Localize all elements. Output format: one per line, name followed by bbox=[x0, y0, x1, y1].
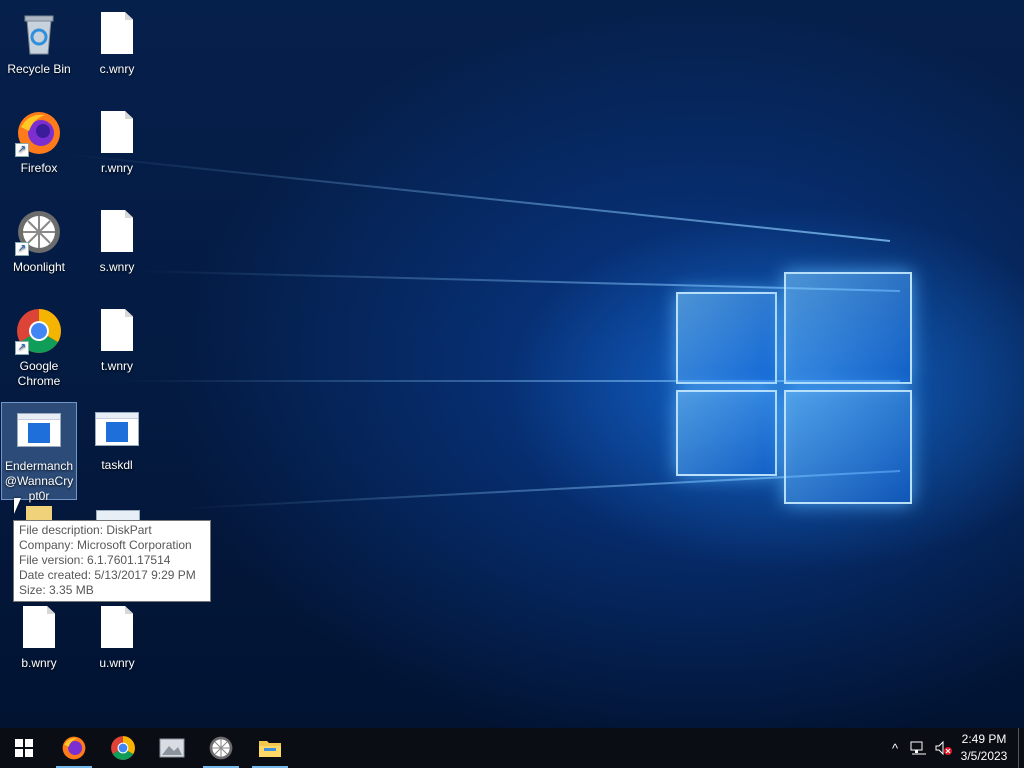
desktop-icon-s-wnry[interactable]: s.wnry bbox=[79, 202, 155, 275]
chrome-icon bbox=[111, 736, 135, 760]
taskbar-firefox[interactable] bbox=[50, 728, 98, 768]
taskbar-file-explorer[interactable] bbox=[246, 728, 294, 768]
windows-logo-pane bbox=[784, 272, 912, 384]
desktop-icon-moonlight[interactable]: ↗ Moonlight bbox=[1, 202, 77, 275]
desktop-icon-firefox[interactable]: ↗ Firefox bbox=[1, 103, 77, 176]
moonlight-icon bbox=[209, 736, 233, 760]
mouse-cursor bbox=[14, 498, 21, 514]
icon-label: r.wnry bbox=[100, 161, 133, 175]
windows-logo-pane bbox=[676, 292, 777, 384]
windows-logo-pane bbox=[784, 390, 912, 504]
desktop-icon-u-wnry[interactable]: u.wnry bbox=[79, 598, 155, 671]
file-icon bbox=[93, 109, 141, 157]
tooltip-company: Company: Microsoft Corporation bbox=[19, 538, 192, 552]
photos-icon bbox=[159, 738, 185, 758]
start-button[interactable] bbox=[0, 728, 48, 768]
tooltip-size: Size: 3.35 MB bbox=[19, 583, 94, 597]
firefox-icon bbox=[62, 736, 86, 760]
tooltip-description: File description: DiskPart bbox=[19, 523, 152, 537]
folder-icon bbox=[26, 506, 52, 520]
file-icon bbox=[93, 307, 141, 355]
taskbar: ^ 2:49 PM 3/5/2023 bbox=[0, 728, 1024, 768]
desktop-icon-b-wnry[interactable]: b.wnry bbox=[1, 598, 77, 671]
icon-label: u.wnry bbox=[99, 656, 135, 670]
start-icon bbox=[15, 739, 33, 757]
desktop-icon-recycle-bin[interactable]: Recycle Bin bbox=[1, 4, 77, 77]
desktop-icon-r-wnry[interactable]: r.wnry bbox=[79, 103, 155, 176]
icon-label: Recycle Bin bbox=[7, 62, 71, 76]
tooltip-version: File version: 6.1.7601.17514 bbox=[19, 553, 171, 567]
icon-label: Moonlight bbox=[12, 260, 66, 274]
desktop-icon-c-wnry[interactable]: c.wnry bbox=[79, 4, 155, 77]
taskbar-clock[interactable]: 2:49 PM 3/5/2023 bbox=[954, 731, 1014, 765]
clock-time: 2:49 PM bbox=[961, 732, 1007, 746]
volume-muted-icon[interactable] bbox=[932, 728, 954, 768]
chrome-icon: ↗ bbox=[15, 307, 63, 355]
show-hidden-icons-button[interactable]: ^ bbox=[884, 728, 906, 768]
chevron-up-icon: ^ bbox=[891, 740, 899, 756]
application-icon bbox=[93, 406, 141, 454]
desktop-icon-wannacrypt0r[interactable]: Endermanch@WannaCrypt0r bbox=[1, 402, 77, 503]
icon-label: taskdl bbox=[101, 458, 133, 472]
desktop-icon-t-wnry[interactable]: t.wnry bbox=[79, 301, 155, 374]
application-icon bbox=[15, 407, 63, 455]
taskbar-chrome[interactable] bbox=[99, 728, 147, 768]
light-ray bbox=[120, 380, 900, 382]
windows-logo-pane bbox=[676, 390, 777, 476]
icon-label: t.wnry bbox=[100, 359, 133, 373]
desktop-icon-google-chrome[interactable]: ↗ Google Chrome bbox=[1, 301, 77, 389]
clock-date: 3/5/2023 bbox=[960, 749, 1008, 763]
file-tooltip: File description: DiskPart Company: Micr… bbox=[13, 520, 211, 602]
taskbar-photos[interactable] bbox=[148, 728, 196, 768]
file-icon bbox=[15, 604, 63, 652]
show-desktop-button[interactable] bbox=[1018, 728, 1024, 768]
icon-label: Google Chrome bbox=[17, 359, 61, 388]
icon-label: s.wnry bbox=[99, 260, 135, 274]
icon-label: b.wnry bbox=[21, 656, 57, 670]
file-icon bbox=[93, 604, 141, 652]
icon-label: c.wnry bbox=[99, 62, 135, 76]
firefox-icon: ↗ bbox=[15, 109, 63, 157]
recycle-bin-icon bbox=[15, 10, 63, 58]
taskbar-moonlight[interactable] bbox=[197, 728, 245, 768]
file-explorer-icon bbox=[259, 741, 281, 757]
light-ray bbox=[64, 153, 891, 242]
desktop-icon-taskdl[interactable]: taskdl bbox=[79, 400, 155, 473]
file-icon bbox=[93, 10, 141, 58]
moonlight-icon: ↗ bbox=[15, 208, 63, 256]
network-icon[interactable] bbox=[906, 728, 932, 768]
tooltip-date: Date created: 5/13/2017 9:29 PM bbox=[19, 568, 196, 582]
file-icon bbox=[93, 208, 141, 256]
icon-label: Firefox bbox=[20, 161, 58, 175]
